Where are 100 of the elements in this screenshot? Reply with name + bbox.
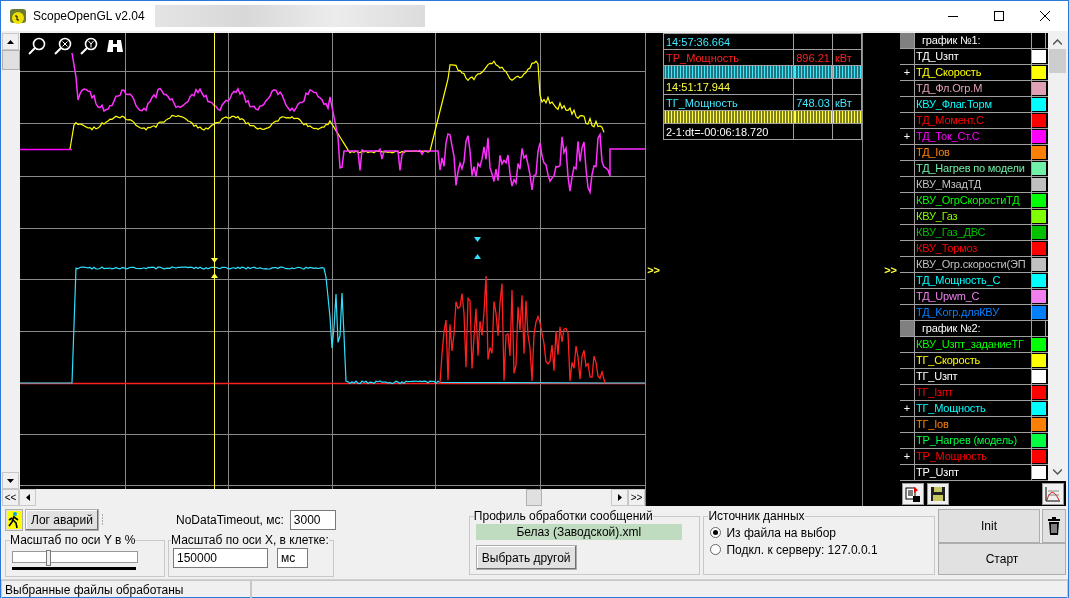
scroll-up-button[interactable]: [2, 33, 19, 50]
color-swatch[interactable]: [1032, 370, 1046, 383]
color-swatch[interactable]: [1032, 306, 1046, 319]
running-man-button[interactable]: [5, 509, 23, 531]
scroll-to-end-button[interactable]: >>: [628, 489, 645, 506]
panel-toggle[interactable]: >>: [884, 263, 900, 276]
group-header: график №2:: [900, 321, 1048, 337]
color-swatch[interactable]: [1032, 290, 1046, 303]
trash-icon: [1047, 517, 1061, 535]
document-import-icon: [905, 485, 921, 502]
color-swatch[interactable]: [1032, 66, 1046, 79]
group-label: Масштаб по оси X, в клетке:: [171, 533, 329, 547]
grip-icon[interactable]: [100, 514, 104, 526]
color-swatch[interactable]: [1032, 434, 1046, 447]
color-swatch[interactable]: [1032, 146, 1046, 159]
visibility-marker[interactable]: +: [903, 402, 911, 414]
scroll-up-icon[interactable]: [1052, 39, 1062, 45]
color-swatch[interactable]: [1032, 226, 1046, 239]
zoom-y-icon[interactable]: [80, 37, 98, 55]
scroll-down-icon[interactable]: [1052, 469, 1062, 475]
zoom-x-icon[interactable]: [54, 37, 72, 55]
unit-field[interactable]: мс: [277, 548, 308, 568]
scrollbar-thumb[interactable]: [526, 489, 542, 506]
panel-toggle[interactable]: >>: [647, 263, 663, 276]
choose-profile-button[interactable]: Выбрать другой: [475, 545, 577, 570]
maximize-icon[interactable]: [994, 11, 1004, 21]
time-cursor[interactable]: [214, 33, 215, 489]
scrollbar-thumb[interactable]: [1048, 49, 1066, 73]
status-text: Выбранные файлы обработаны: [1, 580, 251, 598]
color-swatch[interactable]: [1032, 450, 1046, 463]
color-swatch[interactable]: [1032, 274, 1046, 287]
color-swatch[interactable]: [1032, 50, 1046, 63]
load-config-button[interactable]: [902, 482, 924, 505]
color-swatch[interactable]: [1032, 418, 1046, 431]
color-swatch[interactable]: [1032, 210, 1046, 223]
timestamp: 14:57:36.664: [663, 33, 794, 50]
chart-icon: [1045, 485, 1061, 502]
radio-button[interactable]: [710, 527, 722, 538]
scroll-down-button[interactable]: [2, 472, 19, 489]
right-arrow-icon: [617, 494, 622, 501]
channel-value: 748.03: [793, 94, 833, 111]
unit-label: кВт: [832, 49, 862, 66]
scroll-left-button[interactable]: [19, 489, 36, 506]
radio-label[interactable]: Из файла на выбор: [726, 525, 836, 540]
app-logo-icon: [9, 7, 27, 25]
binoculars-icon[interactable]: [106, 37, 124, 55]
x-scale-field[interactable]: 150000: [173, 548, 268, 568]
radio-button[interactable]: [710, 544, 722, 555]
cursor-marker-icon: [474, 237, 481, 259]
unit-label: кВт: [832, 94, 862, 111]
radio-label[interactable]: Подкл. к серверу: 127.0.0.1: [726, 542, 878, 557]
profile-file-field: Белаз (Заводской).xml: [475, 524, 682, 540]
color-swatch[interactable]: [1032, 242, 1046, 255]
scroll-to-start-button[interactable]: <<: [2, 489, 19, 506]
color-swatch[interactable]: [1032, 162, 1046, 175]
delete-button[interactable]: [1042, 509, 1066, 543]
timestamp: 2-1:dt=-00:06:18.720: [663, 123, 794, 140]
visibility-marker[interactable]: +: [903, 66, 911, 78]
color-swatch[interactable]: [1032, 354, 1046, 367]
color-swatch[interactable]: [1032, 402, 1046, 415]
window-title: ScopeOpenGL v2.04: [33, 9, 145, 23]
channel-name: ТГ_Мощность: [663, 94, 794, 111]
visibility-marker[interactable]: +: [903, 450, 911, 462]
alarm-log-button[interactable]: Лог аварий: [25, 509, 99, 531]
slider-thumb[interactable]: [46, 550, 52, 566]
zoom-icon[interactable]: [28, 37, 46, 55]
group-label: Профиль обработки сообщений: [473, 509, 653, 523]
cursor-marker-icon: [211, 258, 218, 278]
color-swatch[interactable]: [1032, 258, 1046, 271]
close-icon[interactable]: [1040, 11, 1050, 21]
color-swatch[interactable]: [1032, 386, 1046, 399]
chart-button[interactable]: [1042, 482, 1064, 505]
group-label: Масштаб по оси Y в %: [10, 533, 136, 547]
group-label: Источник данных: [708, 509, 805, 523]
save-button[interactable]: [927, 482, 949, 505]
channel-name: ТР_Мощность: [663, 49, 794, 66]
color-swatch[interactable]: [1032, 466, 1046, 479]
timeout-field[interactable]: 3000: [289, 510, 336, 530]
start-button[interactable]: Старт: [938, 543, 1066, 575]
timestamp: 14:51:17.944: [663, 78, 794, 95]
color-swatch[interactable]: [1032, 338, 1046, 351]
left-arrow-icon: [25, 494, 30, 501]
visibility-marker[interactable]: +: [903, 130, 911, 142]
up-arrow-icon: [7, 39, 14, 44]
init-button[interactable]: Init: [938, 509, 1040, 543]
baseline: [20, 148, 73, 151]
color-swatch[interactable]: [1032, 130, 1046, 143]
down-arrow-icon: [7, 478, 14, 483]
channel-value: 896.21: [793, 49, 833, 66]
group-header: график №1:: [900, 33, 1048, 49]
color-swatch[interactable]: [1032, 114, 1046, 127]
color-swatch[interactable]: [1032, 98, 1046, 111]
color-swatch[interactable]: [1032, 178, 1046, 191]
color-swatch[interactable]: [1032, 82, 1046, 95]
timeout-label: NoDataTimeout, мс:: [176, 513, 284, 527]
color-swatch[interactable]: [1032, 194, 1046, 207]
y-scale-slider[interactable]: [12, 551, 138, 563]
scrollbar-thumb[interactable]: [2, 50, 20, 70]
scroll-right-button[interactable]: [611, 489, 628, 506]
running-man-icon: [7, 511, 21, 529]
